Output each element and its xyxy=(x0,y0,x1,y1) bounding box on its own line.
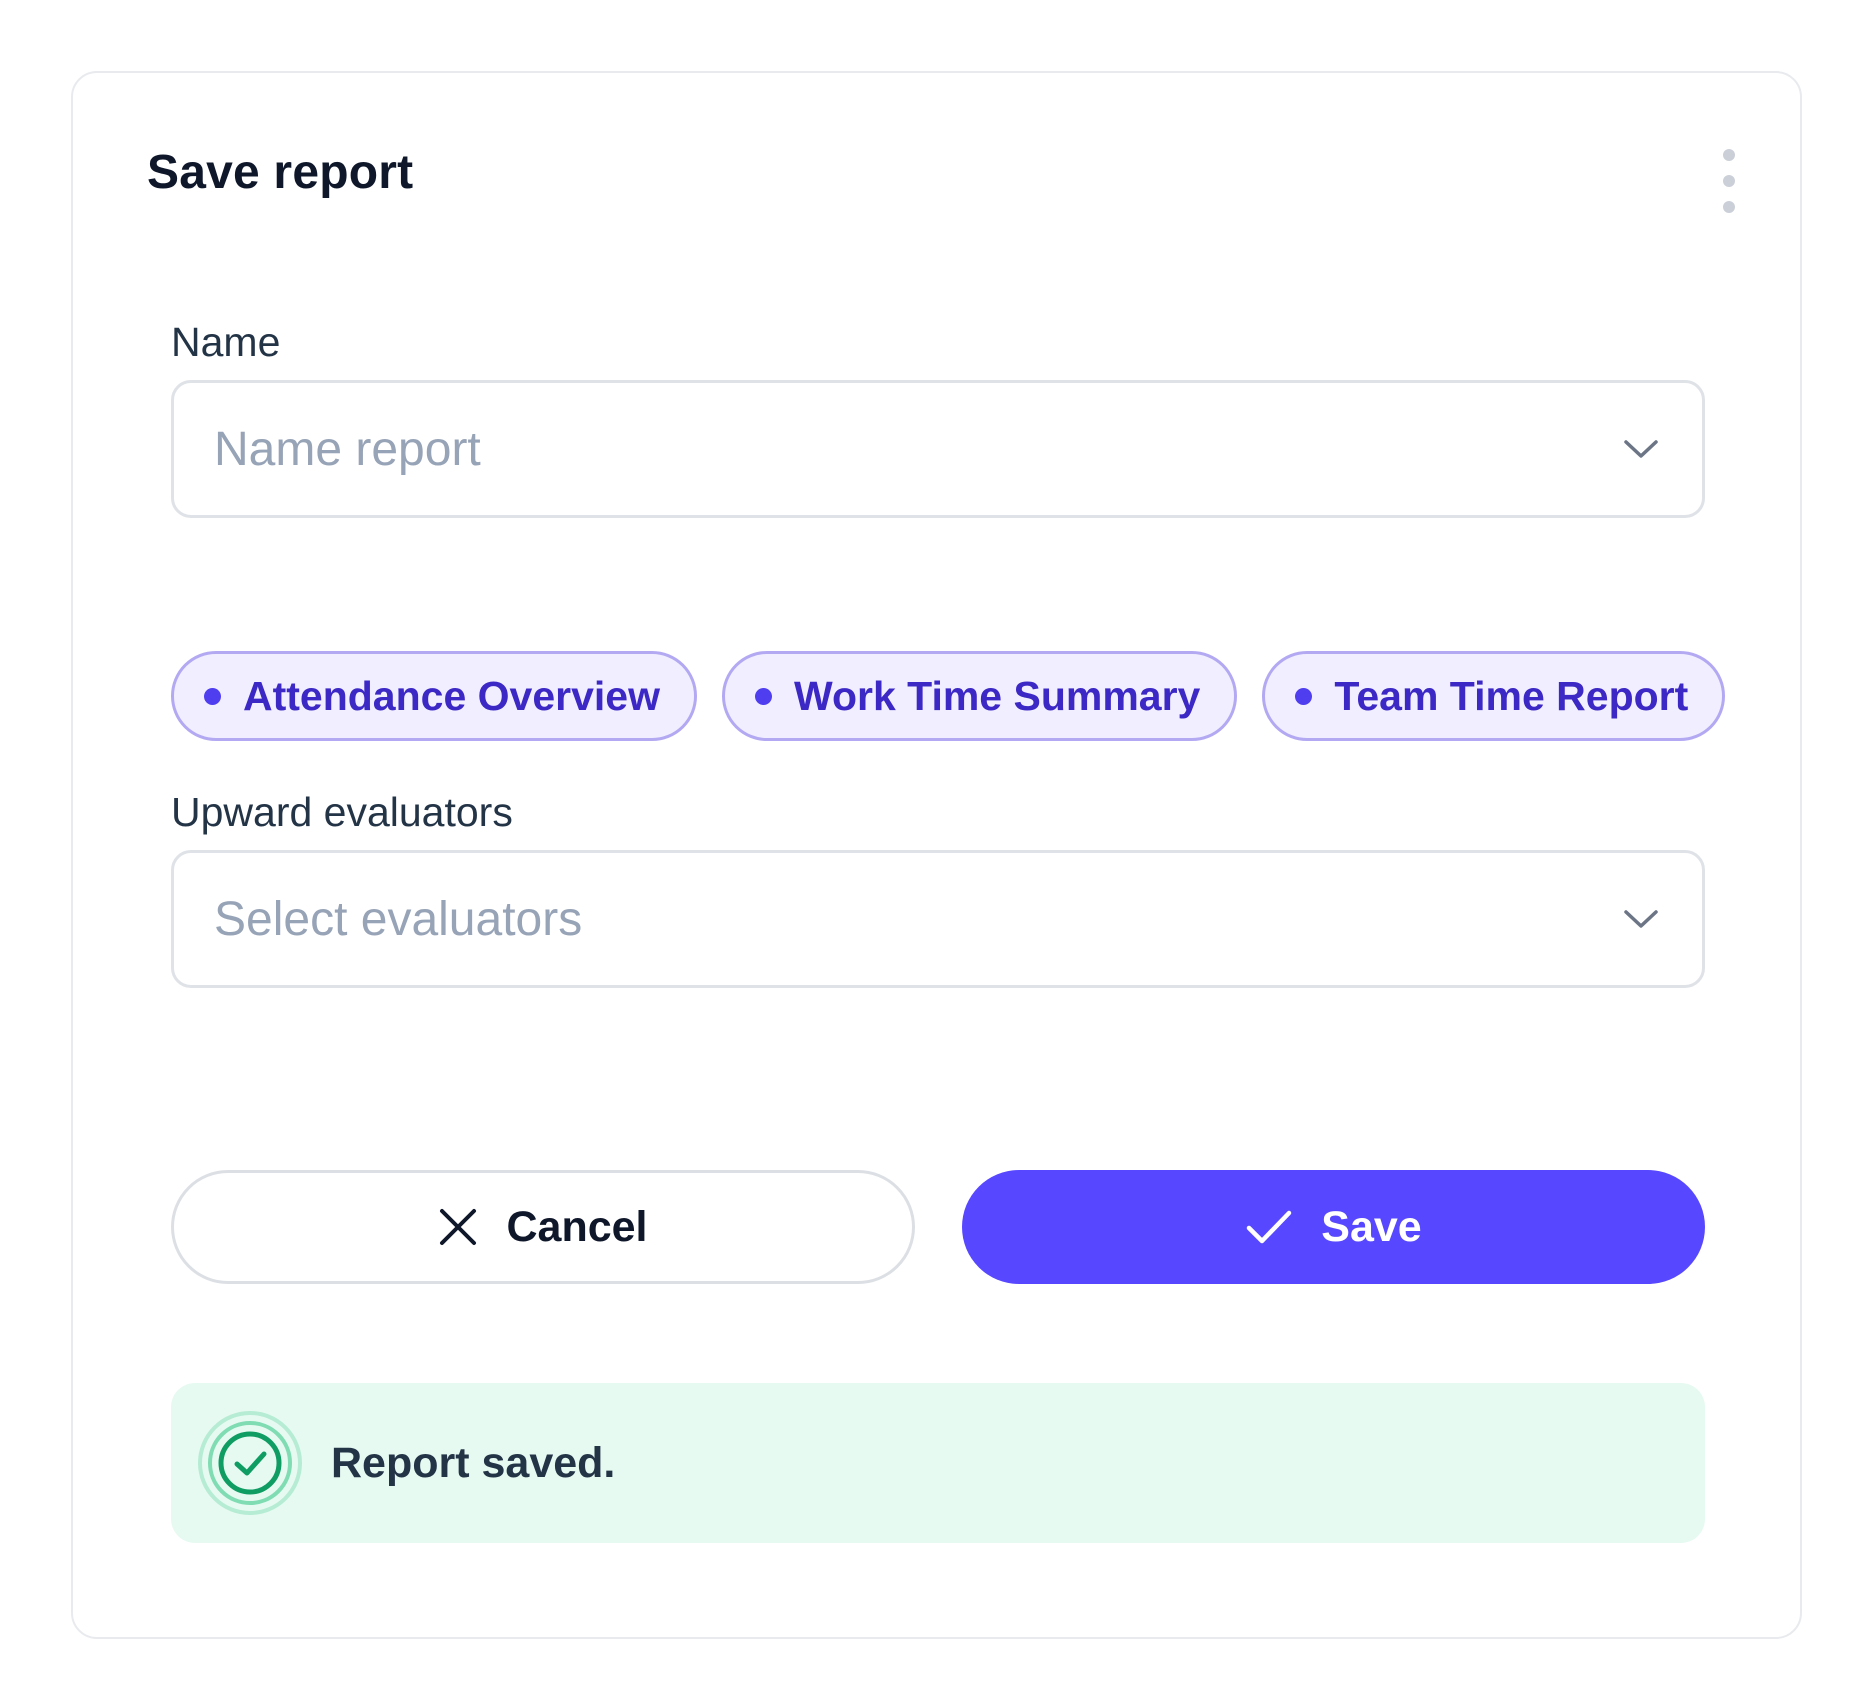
chip-dot xyxy=(1295,687,1313,705)
evaluators-select[interactable]: Select evaluators xyxy=(171,850,1705,988)
chip-label: Work Time Summary xyxy=(794,672,1201,719)
evaluators-label: Upward evaluators xyxy=(171,789,513,835)
name-select[interactable]: Name report xyxy=(171,380,1705,518)
save-label: Save xyxy=(1321,1202,1422,1251)
chip-work-time-summary[interactable]: Work Time Summary xyxy=(722,651,1238,741)
close-icon xyxy=(440,1209,477,1245)
chevron-down-icon xyxy=(1624,910,1658,928)
kebab-dot xyxy=(1723,175,1735,187)
kebab-dot xyxy=(1723,201,1735,213)
chip-label: Team Time Report xyxy=(1334,672,1689,719)
name-label: Name xyxy=(171,319,281,365)
success-toast: Report saved. xyxy=(171,1383,1705,1543)
chip-dot xyxy=(204,687,221,705)
dialog-title: Save report xyxy=(147,146,414,199)
chip-label: Attendance Overview xyxy=(243,672,660,719)
evaluators-placeholder: Select evaluators xyxy=(214,892,583,946)
save-button[interactable]: Save xyxy=(962,1170,1705,1284)
kebab-dot xyxy=(1723,149,1735,161)
chip-dot xyxy=(755,687,772,705)
chip-attendance-overview[interactable]: Attendance Overview xyxy=(171,651,697,741)
cancel-label: Cancel xyxy=(506,1202,648,1251)
name-placeholder: Name report xyxy=(214,422,481,476)
chip-team-time-report[interactable]: Team Time Report xyxy=(1262,651,1726,741)
report-chip-list: Attendance Overview Work Time Summary Te… xyxy=(171,651,1726,741)
check-icon xyxy=(1247,1210,1292,1244)
save-report-dialog: Save report Name Name report Attendance … xyxy=(71,71,1802,1639)
chevron-down-icon xyxy=(1624,440,1658,458)
success-check-circle-icon xyxy=(198,1411,302,1515)
more-options-button[interactable] xyxy=(1709,141,1749,221)
toast-message: Report saved. xyxy=(331,1438,616,1487)
cancel-button[interactable]: Cancel xyxy=(171,1170,915,1284)
